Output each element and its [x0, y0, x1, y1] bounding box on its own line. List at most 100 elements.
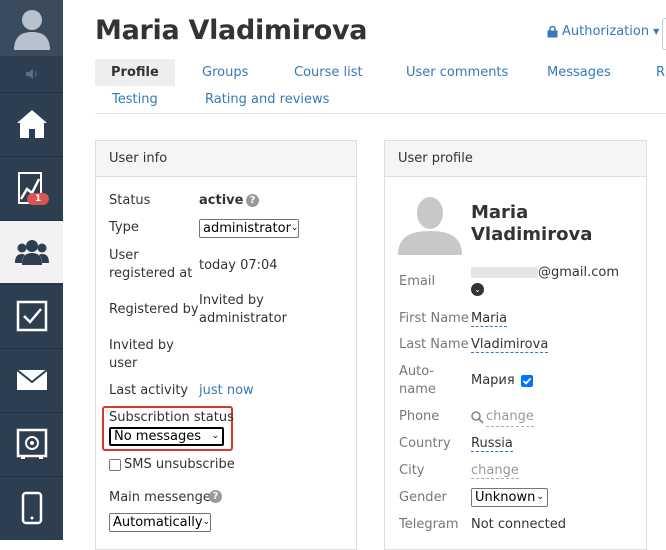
checkbox-icon	[16, 300, 47, 332]
tabs-divider	[95, 113, 666, 114]
sidebar-item-mobile[interactable]	[0, 476, 63, 539]
notification-badge: 1	[27, 193, 50, 205]
sound-toggle[interactable]	[0, 58, 63, 90]
city-label: City	[399, 463, 425, 478]
page-title: Maria Vladimirova	[95, 15, 368, 46]
auto-name-label-line1: Auto-	[399, 364, 435, 379]
city-change-link[interactable]: change	[471, 463, 519, 479]
phone-change-link[interactable]: change	[486, 408, 534, 427]
tab-rating-reviews[interactable]: Rating and reviews	[189, 86, 345, 113]
sidebar-item-stats[interactable]: 1	[0, 156, 63, 219]
invited-by-label-line2: user	[109, 356, 138, 371]
tab-messages[interactable]: Messages	[531, 59, 627, 86]
chevron-circle-down-icon[interactable]: ⌄	[471, 283, 484, 296]
authorization-label: Authorization	[562, 24, 650, 39]
lock-icon	[547, 25, 558, 38]
status-value: active	[199, 193, 244, 208]
telegram-value: Not connected	[471, 517, 566, 532]
help-icon[interactable]: ?	[209, 490, 222, 503]
profile-last-name: Vladimirova	[471, 224, 593, 245]
mobile-icon	[21, 491, 42, 525]
last-activity-label: Last activity	[109, 383, 189, 398]
authorization-dropdown[interactable]: Authorization ▼	[547, 24, 659, 39]
tab-course-list[interactable]: Course list	[278, 59, 379, 86]
auto-name-label-line2: name	[399, 382, 436, 397]
telegram-label: Telegram	[399, 517, 459, 532]
help-icon[interactable]: ?	[246, 194, 259, 207]
invited-by-label: Invited by user	[109, 337, 174, 373]
profile-name: Maria Vladimirova	[471, 202, 592, 246]
email-value: @gmail.com	[538, 265, 620, 280]
tab-profile[interactable]: Profile	[95, 59, 175, 86]
last-activity-value[interactable]: just now	[199, 382, 254, 400]
country-value[interactable]: Russia	[471, 436, 513, 452]
search-icon[interactable]	[471, 411, 484, 424]
subscription-select[interactable]: No messages ⌄	[109, 427, 224, 446]
registered-by-value-line1: Invited by	[199, 293, 264, 308]
speaker-icon	[25, 69, 36, 79]
sidebar-item-mail[interactable]	[0, 348, 63, 411]
profile-first-name: Maria	[471, 202, 529, 223]
type-select[interactable]: administrator ⌄	[199, 219, 299, 238]
type-label: Type	[109, 220, 139, 235]
home-icon	[16, 110, 47, 138]
email-label: Email	[399, 274, 436, 289]
user-avatar[interactable]	[0, 0, 63, 56]
user-info-title: User info	[96, 141, 356, 177]
auto-name-label: Auto- name	[399, 363, 436, 399]
user-profile-title: User profile	[385, 141, 646, 177]
email-redacted	[471, 267, 538, 278]
main-messenger-select-value: Automatically	[113, 515, 203, 530]
caret-down-icon: ▼	[653, 27, 660, 36]
first-name-label: First Name	[399, 311, 469, 326]
status-label: Status	[109, 193, 151, 208]
auto-name-value: Мария	[471, 373, 515, 388]
avatar-icon	[13, 10, 50, 50]
safe-icon	[16, 428, 47, 459]
gender-select[interactable]: Unknown ⌄	[471, 488, 548, 507]
sidebar: 1	[0, 0, 63, 540]
chevron-down-icon: ⌄	[202, 517, 211, 527]
registered-by-value: Invited by administrator	[199, 292, 287, 328]
profile-photo-placeholder[interactable]	[398, 193, 462, 255]
tab-testing[interactable]: Testing	[96, 86, 174, 113]
auto-name-checkbox[interactable]	[520, 375, 533, 387]
tab-groups[interactable]: Groups	[186, 59, 264, 86]
subscription-label: Subscribtion status	[109, 410, 234, 425]
sidebar-item-safe[interactable]	[0, 412, 63, 475]
sms-unsubscribe-checkbox[interactable]	[109, 459, 121, 471]
type-select-value: administrator	[203, 221, 291, 236]
check-icon	[522, 377, 531, 385]
tab-user-comments[interactable]: User comments	[390, 59, 524, 86]
sms-unsubscribe-row[interactable]: SMS unsubscribe	[109, 456, 235, 474]
chevron-down-icon: ⌄	[536, 492, 544, 502]
phone-row: change	[471, 408, 534, 427]
registered-at-label-line1: User	[109, 248, 139, 263]
last-name-label: Last Name	[399, 337, 469, 352]
main-messenger-label: Main messenger	[109, 490, 217, 505]
registered-at-value: today 07:04	[199, 258, 278, 273]
phone-label: Phone	[399, 409, 440, 424]
sidebar-item-tasks[interactable]	[0, 284, 63, 347]
country-label: Country	[399, 436, 451, 451]
registered-by-label: Registered by	[109, 302, 199, 317]
gender-select-value: Unknown	[475, 490, 536, 505]
registered-at-label-line2: registered at	[109, 266, 193, 281]
mail-icon	[15, 369, 48, 390]
main-messenger-select[interactable]: Automatically ⌄	[109, 513, 211, 532]
tab-ri[interactable]: Ri	[640, 59, 666, 86]
auto-name-row: Мария	[471, 372, 533, 390]
last-name-value[interactable]: Vladimirova	[471, 337, 549, 353]
registered-at-label: User registered at	[109, 247, 192, 283]
sidebar-item-home[interactable]	[0, 92, 63, 155]
search-box-edge[interactable]	[662, 18, 666, 50]
chevron-down-icon: ⌄	[211, 431, 219, 441]
chevron-down-icon: ⌄	[290, 223, 299, 233]
subscription-select-value: No messages	[114, 429, 202, 444]
sms-unsubscribe-label: SMS unsubscribe	[124, 457, 235, 472]
registered-by-value-line2: administrator	[199, 311, 287, 326]
first-name-value[interactable]: Maria	[471, 311, 508, 327]
sidebar-item-users[interactable]	[0, 220, 63, 283]
users-icon	[14, 240, 49, 265]
gender-label: Gender	[399, 490, 447, 505]
